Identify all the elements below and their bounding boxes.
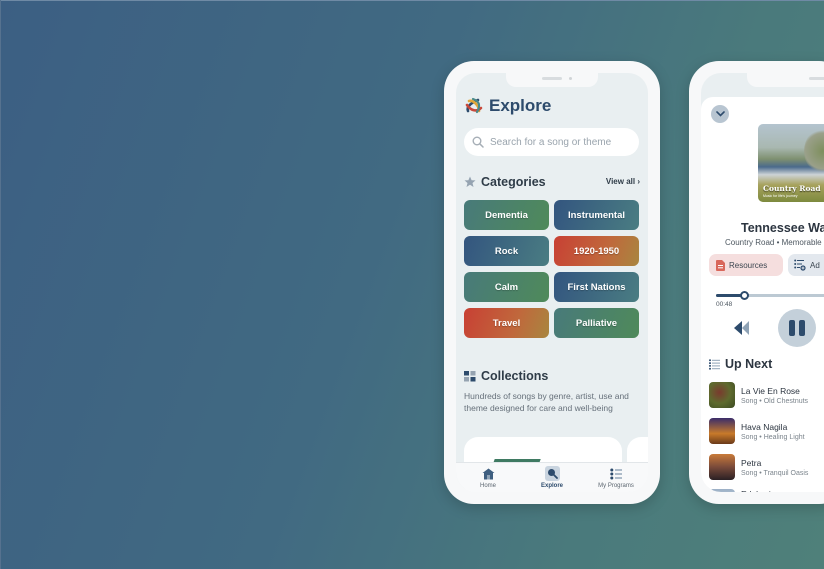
left-edge: [0, 0, 1, 569]
queue-item-subtitle: Song • Tranquil Oasis: [741, 469, 809, 477]
tab-home[interactable]: Home: [456, 463, 520, 492]
elapsed-time: 00:48: [716, 301, 733, 308]
top-edge: [0, 0, 824, 1]
category-calm[interactable]: Calm: [464, 272, 549, 302]
star-icon: [464, 176, 476, 187]
collections-description: Hundreds of songs by genre, artist, use …: [464, 391, 629, 413]
tab-my-programs[interactable]: My Programs: [584, 463, 648, 492]
category-grid: Dementia Instrumental Rock 1920-1950 Cal…: [464, 200, 640, 338]
search-input[interactable]: Search for a song or theme: [464, 128, 639, 156]
album-art: Country Road Music for life's journey: [758, 124, 824, 202]
track-thumbnail: [709, 489, 735, 492]
collapse-button[interactable]: [711, 105, 729, 123]
home-icon: [482, 468, 494, 480]
tab-home-label: Home: [479, 483, 496, 489]
app-logo-icon: [465, 97, 483, 114]
categories-title: Categories: [481, 175, 546, 189]
queue-item-title: La Vie En Rose: [741, 385, 800, 396]
category-first-nations[interactable]: First Nations: [554, 272, 639, 302]
explore-screen: Explore Search for a song or theme Categ…: [456, 73, 648, 492]
view-all-label: View all: [605, 177, 636, 186]
pause-button[interactable]: [778, 309, 816, 347]
phone-notch: [747, 73, 824, 87]
queue-item-title: Edelweiss: [741, 489, 779, 492]
add-label: Ad: [810, 260, 820, 270]
album-art-title: Country Road: [763, 184, 821, 193]
category-1920-1950[interactable]: 1920-1950: [554, 236, 639, 266]
view-all-link[interactable]: View all ›: [606, 177, 640, 186]
chevron-down-icon: [715, 111, 725, 117]
up-next-list: La Vie En Rose Song • Old Chestnuts Hava…: [709, 377, 824, 492]
list-item[interactable]: Hava Nagila Song • Healing Light: [709, 413, 824, 449]
queue-item-title: Petra: [741, 457, 762, 468]
category-rock[interactable]: Rock: [464, 236, 549, 266]
resources-button[interactable]: Resources: [709, 254, 783, 276]
collections-title: Collections: [481, 369, 549, 383]
phone-player: Country Road Music for life's journey Te…: [689, 61, 824, 504]
queue-item-subtitle: Song • Old Chestnuts: [741, 397, 809, 405]
list-item[interactable]: Edelweiss: [709, 485, 824, 492]
search-icon: [472, 136, 484, 148]
track-thumbnail: [709, 382, 735, 408]
list-item[interactable]: Petra Song • Tranquil Oasis: [709, 449, 824, 485]
track-title: Tennessee Wa: [741, 221, 824, 235]
tab-my-programs-label: My Programs: [598, 483, 634, 489]
bottom-tab-bar: Home Explore My Programs: [456, 462, 648, 492]
rewind-icon[interactable]: [734, 321, 750, 335]
phone-notch: [506, 73, 598, 87]
category-travel[interactable]: Travel: [464, 308, 549, 338]
up-next-header: Up Next: [709, 357, 772, 371]
track-thumbnail: [709, 454, 735, 480]
now-playing-panel: Country Road Music for life's journey Te…: [701, 97, 824, 492]
document-icon: [716, 259, 725, 271]
search-icon: [547, 469, 558, 479]
search-placeholder: Search for a song or theme: [490, 136, 612, 148]
queue-item-subtitle: Song • Healing Light: [741, 433, 805, 441]
pause-icon-bar: [799, 320, 805, 336]
playback-progress-slider[interactable]: [716, 290, 824, 300]
player-screen: Country Road Music for life's journey Te…: [701, 73, 824, 492]
category-dementia[interactable]: Dementia: [464, 200, 549, 230]
tab-explore[interactable]: Explore: [520, 463, 584, 492]
add-to-program-button[interactable]: Ad: [788, 254, 824, 276]
resources-label: Resources: [729, 260, 768, 270]
pause-icon: [789, 320, 795, 336]
list-icon: [610, 468, 622, 480]
collections-header: Collections: [464, 369, 548, 383]
collections-icon: [464, 370, 476, 381]
chevron-right-icon: ›: [637, 177, 640, 186]
phone-explore: Explore Search for a song or theme Categ…: [444, 61, 660, 504]
track-subtitle: Country Road • Memorable: [725, 238, 822, 247]
track-thumbnail: [709, 418, 735, 444]
page-title: Explore: [489, 96, 552, 115]
album-art-subtitle: Music for life's journey: [763, 194, 798, 198]
category-instrumental[interactable]: Instrumental: [554, 200, 639, 230]
queue-item-title: Hava Nagila: [741, 421, 788, 432]
up-next-title: Up Next: [725, 357, 773, 371]
queue-list-icon: [709, 358, 720, 370]
progress-knob[interactable]: [739, 290, 749, 300]
explore-header: Explore: [464, 96, 551, 116]
category-palliative[interactable]: Palliative: [554, 308, 639, 338]
add-to-list-icon: [794, 259, 806, 271]
list-item[interactable]: La Vie En Rose Song • Old Chestnuts: [709, 377, 824, 413]
tab-explore-label: Explore: [540, 483, 563, 489]
categories-header: Categories: [464, 175, 546, 189]
album-art-tree: [804, 128, 824, 174]
